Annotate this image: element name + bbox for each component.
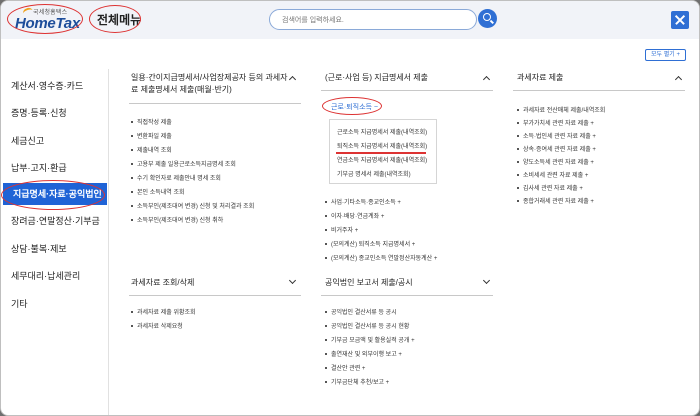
list-item[interactable]: 종합거래세 관련 자료 제출 + [517,196,594,205]
search-input[interactable] [282,13,452,27]
sidebar-item-agent[interactable]: 세무대리·납세관리 [1,265,109,287]
search-field[interactable] [269,9,477,30]
list-item[interactable]: 양도소득세 관련 자료 제출 + [517,157,594,166]
annotation-circle-sidebar [1,180,105,210]
list-item[interactable]: 제출내역 조회 [131,145,172,154]
sidebar-item-payment[interactable]: 납부·고지·환급 [1,157,109,179]
annotation-circle-logo [7,4,83,34]
submenu-item[interactable]: 기부금 명세서 제출(내역조회) [337,169,411,178]
sidebar-item-receipts[interactable]: 계산서·영수증·카드 [1,75,109,97]
list-item[interactable]: 이자·배당·연금계좌 + [325,211,384,220]
list-item[interactable]: 소득부인(제조대여 변경) 신청 취하 [131,215,223,224]
list-item[interactable]: 소득·법인세 관련 자료 제출 + [517,131,596,140]
section-title-withholding-statements[interactable]: (근로·사업 등) 지급명세서 제출 [325,72,428,84]
list-item[interactable]: 사업·기타소득·종교인소득 + [325,197,401,206]
section-title-public-interest[interactable]: 공익법인 보고서 제출/공시 [325,277,413,289]
list-item[interactable]: 과세자료 제출 위황조회 [131,307,196,316]
header-bar: 국세청홈택스 HomeTax 전체메뉴 [1,1,699,39]
chevron-up-icon[interactable] [482,75,491,84]
list-item[interactable]: (모의계산) 퇴직소득 지급명세서 + [325,239,415,248]
list-item[interactable]: 결산안 관련 + [325,363,365,372]
list-item[interactable]: 과세자료 삭제요청 [131,321,183,330]
list-item[interactable]: 본인 소득내역 조회 [131,187,185,196]
annotation-circle-submenu [322,97,382,115]
list-item[interactable]: 출연재산 및 외부이행 보고 + [325,349,402,358]
list-item[interactable]: 수기 확인자료 제출안내 명세 조회 [131,173,221,182]
menu-window: 국세청홈택스 HomeTax 전체메뉴 모두 펼기 + 계산서·영수증·카드 증… [0,0,700,416]
list-item[interactable]: 공익법인 결산서류 등 공시 [325,307,397,316]
annotation-underline [336,152,426,154]
list-item[interactable]: 상속·증여세 관련 자료 제출 + [517,144,596,153]
section-title-tax-data[interactable]: 과세자료 제출 [517,72,563,84]
list-item[interactable]: 기부금단체 추천/보고 + [325,377,389,386]
list-item[interactable]: 변환파일 제출 [131,131,172,140]
list-item[interactable]: 직접작성 제출 [131,117,172,126]
submenu-item[interactable]: 퇴직소득 지급명세서 제출(내역조회) [337,141,427,150]
sidebar-item-consulting[interactable]: 상담·불복·제보 [1,238,109,260]
list-item[interactable]: 고용부 제출 일용근로소득지급명세 조회 [131,159,236,168]
list-item[interactable]: 기부금 모금액 및 활용실적 공개 + [325,335,415,344]
expand-all-button[interactable]: 모두 펼기 + [645,49,686,61]
list-item[interactable]: 김사세 관련 자료 제출 + [517,183,583,192]
section-title-daily-statements[interactable]: 일용·간이지급명세서/사업장제공자 등의 과세자료 제출명세서 제출(매월·반기… [131,72,293,96]
annotation-circle-title [89,5,141,33]
sidebar-item-incentives[interactable]: 장려금·연말정산·기부금 [1,210,109,232]
list-item[interactable]: 공익법인 결산서류 등 공시 현황 [325,321,409,330]
sidebar-item-etc[interactable]: 기타 [1,293,109,315]
sidebar-item-tax-report[interactable]: 세금신고 [1,130,109,152]
list-item[interactable]: 비거주자 + [325,225,358,234]
chevron-down-icon[interactable] [288,276,297,285]
list-item[interactable]: 과세자료 전산매체 제출/내역조회 [517,105,605,114]
sidebar-item-certificates[interactable]: 증명·등록·신청 [1,102,109,124]
chevron-down-icon[interactable] [482,276,491,285]
chevron-up-icon[interactable] [674,75,683,84]
list-item[interactable]: 부가가치세 관련 자료 제출 + [517,118,594,127]
list-item[interactable]: 소득부인(제조대여 변경) 신청 및 처리결과 조회 [131,201,254,210]
search-button[interactable] [478,9,497,28]
list-item[interactable]: 소비세세 관련 자료 제출 + [517,170,588,179]
section-title-tax-data-query[interactable]: 과세자료 조회/삭제 [131,277,194,289]
list-item[interactable]: (모의계산) 종교인소득 연말정산자동계산 + [325,253,437,262]
close-button[interactable] [671,11,689,29]
submenu-item[interactable]: 연금소득 지급명세서 제출(내역조회) [337,155,427,164]
submenu-item[interactable]: 근로소득 지급명세서 제출(내역조회) [337,127,427,136]
